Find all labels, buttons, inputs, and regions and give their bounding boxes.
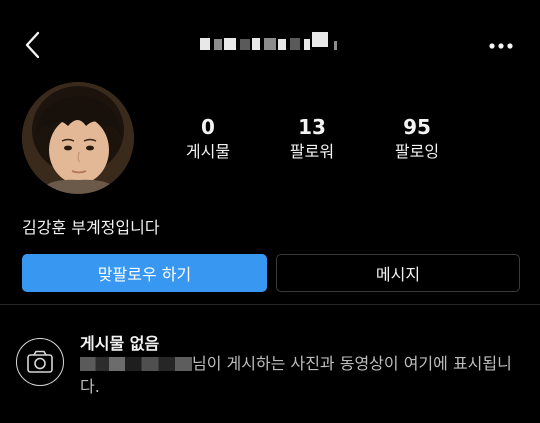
more-horizontal-icon — [489, 43, 513, 49]
more-options-button[interactable] — [484, 34, 518, 56]
stat-posts-label: 게시물 — [185, 142, 231, 161]
avatar[interactable] — [22, 82, 134, 194]
stat-posts: 0 게시물 — [168, 116, 248, 162]
chevron-left-icon — [25, 31, 40, 59]
camera-icon — [16, 338, 64, 386]
profile-bio: 김강훈 부계정입니다 — [22, 218, 160, 237]
stat-posts-value: 0 — [201, 115, 215, 139]
avatar-photo — [22, 82, 134, 194]
divider — [0, 304, 540, 305]
follow-back-button[interactable]: 맞팔로우 하기 — [22, 254, 267, 292]
empty-posts-title: 게시물 없음 — [80, 334, 160, 353]
back-button[interactable] — [18, 28, 48, 62]
profile-header — [0, 0, 540, 90]
stat-followers[interactable]: 13 팔로워 — [272, 116, 352, 162]
message-button[interactable]: 메시지 — [276, 254, 520, 292]
masked-username — [80, 356, 192, 371]
stat-following-label: 팔로잉 — [394, 142, 440, 161]
empty-posts-description: 님이 게시하는 사진과 동영상이 여기에 표시됩니다. — [80, 352, 520, 398]
stat-followers-value: 13 — [298, 115, 326, 139]
stat-following-value: 95 — [403, 115, 431, 139]
stat-followers-label: 팔로워 — [289, 142, 335, 161]
stat-following[interactable]: 95 팔로잉 — [377, 116, 457, 162]
username-pixelated — [196, 30, 346, 54]
